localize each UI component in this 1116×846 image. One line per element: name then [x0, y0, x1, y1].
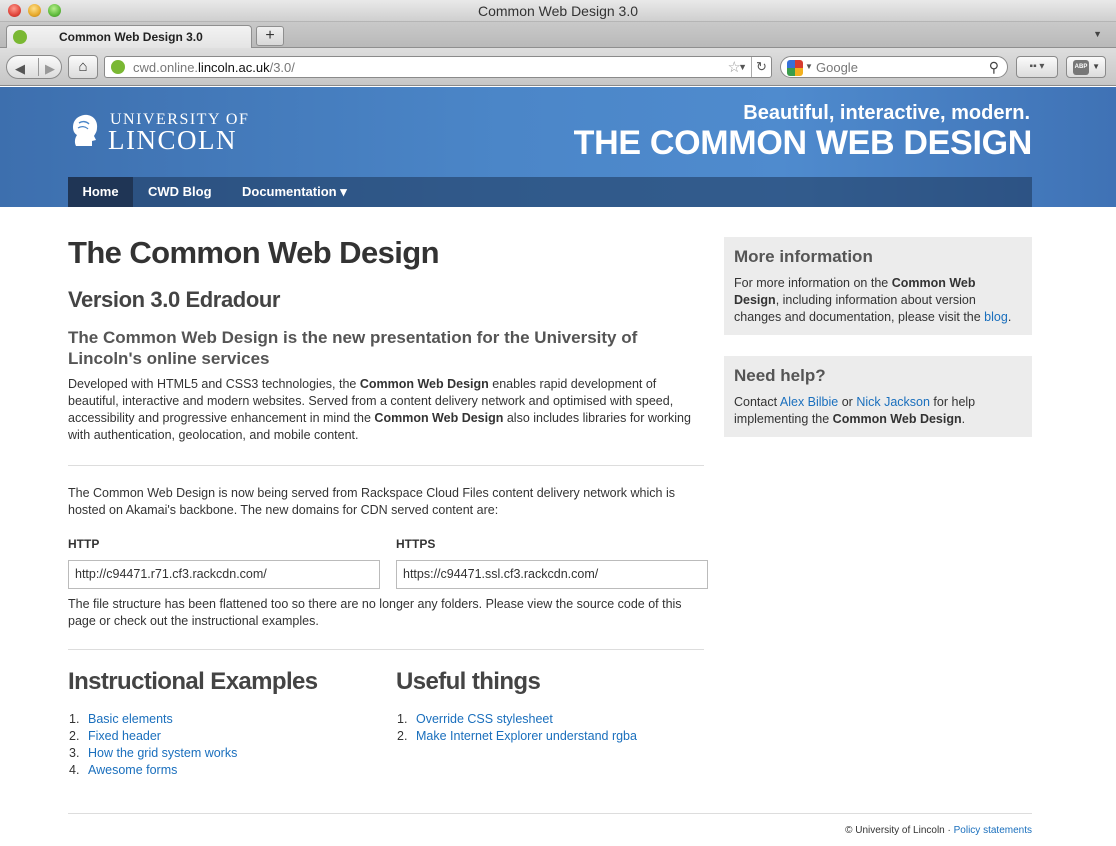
- list-item: 2. Fixed header: [69, 729, 161, 743]
- search-icon[interactable]: ⚲: [989, 59, 999, 76]
- help-box: Need help? Contact Alex Bilbie or Nick J…: [724, 356, 1032, 437]
- policy-statements-link[interactable]: Policy statements: [954, 825, 1032, 836]
- window-title: Common Web Design 3.0: [477, 3, 639, 19]
- https-label: HTTPS: [396, 537, 436, 551]
- http-url-field[interactable]: http://c94471.r71.cf3.rackcdn.com/: [68, 560, 380, 589]
- history-dropdown-icon[interactable]: ▼: [738, 62, 747, 72]
- search-input[interactable]: Google: [816, 60, 858, 75]
- footer: © University of Lincoln · Policy stateme…: [845, 825, 1032, 836]
- chevron-down-icon[interactable]: ▼: [1092, 62, 1100, 71]
- intro-paragraph: Developed with HTML5 and CSS3 technologi…: [68, 377, 691, 442]
- example-link-basic-elements[interactable]: Basic elements: [88, 712, 173, 726]
- help-heading: Need help?: [734, 366, 826, 385]
- reload-icon[interactable]: ↻: [751, 57, 771, 77]
- help-text: Contact Alex Bilbie or Nick Jackson for …: [734, 395, 976, 426]
- example-link-grid-system[interactable]: How the grid system works: [88, 746, 237, 760]
- google-engine-icon[interactable]: [787, 60, 803, 76]
- more-info-box: More information For more information on…: [724, 237, 1032, 335]
- address-bar[interactable]: cwd.online.lincoln.ac.uk/3.0/ ☆ ▼ ↻: [104, 56, 772, 78]
- site-header: UNIVERSITY OF LINCOLN Beautiful, interac…: [0, 87, 1116, 207]
- engine-dropdown-icon[interactable]: ▼: [805, 62, 813, 71]
- divider: [68, 465, 704, 466]
- url-text[interactable]: cwd.online.lincoln.ac.uk/3.0/: [133, 60, 295, 75]
- copyright-text: © University of Lincoln ·: [845, 825, 954, 836]
- main-navigation: Home CWD Blog Documentation ▾: [68, 177, 1032, 207]
- example-link-fixed-header[interactable]: Fixed header: [88, 729, 161, 743]
- forward-button[interactable]: ▶: [45, 61, 55, 77]
- search-bar[interactable]: ▼ Google ⚲: [780, 56, 1008, 78]
- list-item: 1. Override CSS stylesheet: [397, 712, 553, 726]
- page-title: The Common Web Design: [68, 235, 440, 270]
- logo-text-line2: LINCOLN: [108, 125, 237, 155]
- http-label: HTTP: [68, 537, 100, 551]
- useful-list: 1. Override CSS stylesheet 2. Make Interne…: [396, 711, 637, 745]
- examples-heading: Instructional Examples: [68, 668, 318, 695]
- useful-heading: Useful things: [396, 668, 541, 695]
- adblock-icon: ABP: [1073, 60, 1089, 75]
- site-favicon-icon: [13, 30, 27, 44]
- version-heading: Version 3.0 Edradour: [68, 287, 281, 312]
- nav-documentation[interactable]: Documentation ▾: [228, 177, 361, 207]
- tab-strip: Common Web Design 3.0 + ▼: [0, 22, 1116, 48]
- useful-link-override-css[interactable]: Override CSS stylesheet: [416, 712, 553, 726]
- lead-heading: The Common Web Design is the new present…: [68, 328, 638, 368]
- site-tagline: Beautiful, interactive, modern.: [743, 102, 1030, 124]
- university-logo[interactable]: UNIVERSITY OF LINCOLN: [70, 111, 270, 155]
- nick-jackson-link[interactable]: Nick Jackson: [856, 395, 930, 409]
- nav-home[interactable]: Home: [68, 177, 133, 207]
- browser-tab[interactable]: Common Web Design 3.0: [6, 25, 252, 48]
- list-item: 3. How the grid system works: [69, 746, 238, 760]
- divider: [68, 649, 704, 650]
- list-item: 4. Awesome forms: [69, 763, 178, 777]
- alex-bilbie-link[interactable]: Alex Bilbie: [780, 395, 838, 409]
- adblock-button[interactable]: ABP ▼: [1066, 56, 1106, 78]
- web-page: UNIVERSITY OF LINCOLN Beautiful, interac…: [0, 87, 1116, 846]
- tab-overflow-icon[interactable]: ▼: [1093, 29, 1102, 39]
- window-titlebar: Common Web Design 3.0: [0, 0, 1116, 22]
- list-item: 1. Basic elements: [69, 712, 173, 726]
- list-item: 2. Make Internet Explorer understand rgba: [397, 729, 637, 743]
- https-url-field[interactable]: https://c94471.ssl.cf3.rackcdn.com/: [396, 560, 708, 589]
- new-tab-button[interactable]: +: [256, 26, 284, 46]
- useful-link-ie-rgba[interactable]: Make Internet Explorer understand rgba: [416, 729, 637, 743]
- tab-label: Common Web Design 3.0: [59, 30, 203, 44]
- back-button[interactable]: ◀: [15, 61, 25, 77]
- cdn-paragraph: The Common Web Design is now being serve…: [68, 486, 675, 517]
- example-link-awesome-forms[interactable]: Awesome forms: [88, 763, 177, 777]
- blog-link[interactable]: blog: [984, 310, 1008, 324]
- site-title: THE COMMON WEB DESIGN: [573, 124, 1033, 162]
- home-icon: ⌂: [78, 58, 88, 75]
- more-info-heading: More information: [734, 247, 873, 266]
- examples-list: 1. Basic elements 2. Fixed header 3. How th…: [68, 711, 237, 779]
- more-info-text: For more information on the Common Web D…: [734, 276, 1012, 324]
- structure-paragraph: The file structure has been flattened to…: [68, 597, 682, 628]
- bust-logo-icon: [73, 114, 98, 146]
- browser-toolbar: ◀ ▶ ⌂ cwd.online.lincoln.ac.uk/3.0/ ☆ ▼ …: [0, 48, 1116, 86]
- site-favicon-icon: [111, 60, 125, 74]
- back-forward-group: ◀ ▶: [6, 55, 62, 79]
- home-button[interactable]: ⌂: [68, 55, 98, 79]
- footer-divider: [68, 813, 1032, 814]
- nav-cwd-blog[interactable]: CWD Blog: [134, 177, 226, 207]
- addon-button[interactable]: ▪▪ ▾: [1016, 56, 1058, 78]
